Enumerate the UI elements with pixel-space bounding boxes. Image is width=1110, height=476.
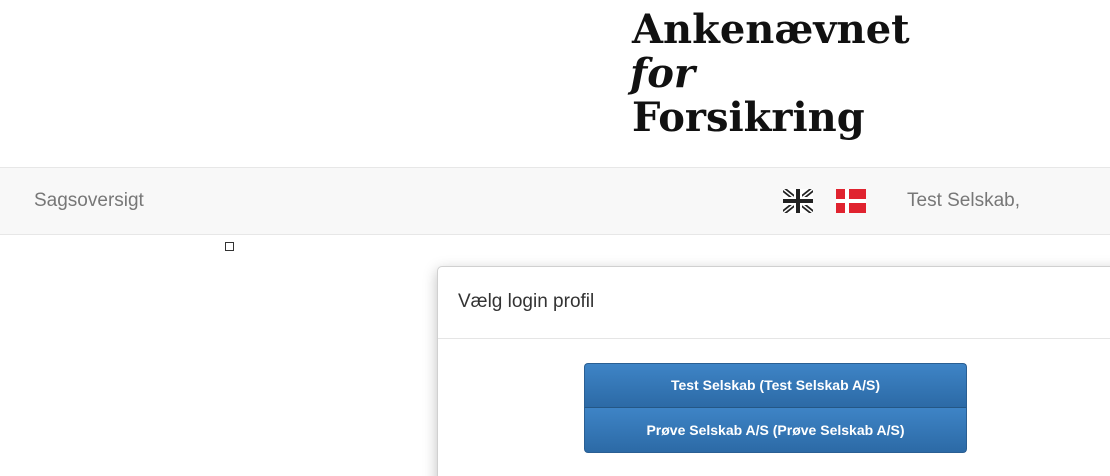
dialog-title: Vælg login profil — [458, 291, 595, 312]
site-logo[interactable]: Ankenævnet for Forsikring — [630, 8, 910, 140]
broken-image-icon — [225, 242, 234, 251]
logo-line-3: Forsikring — [632, 94, 865, 141]
uk-flag-icon[interactable] — [783, 189, 813, 213]
profile-button-group: Test Selskab (Test Selskab A/S) Prøve Se… — [584, 363, 967, 453]
logo-line-2: for — [630, 50, 695, 97]
denmark-flag-icon[interactable] — [836, 189, 866, 213]
top-navbar: Sagsoversigt Test Selskab, — [0, 167, 1110, 235]
profile-button-test-selskab[interactable]: Test Selskab (Test Selskab A/S) — [584, 363, 967, 408]
nav-link-sagsoversigt[interactable]: Sagsoversigt — [34, 190, 144, 212]
login-profile-dialog: Vælg login profil Test Selskab (Test Sel… — [437, 266, 1110, 476]
page: Ankenævnet for Forsikring Sagsoversigt T… — [0, 0, 1110, 476]
user-name[interactable]: Test Selskab, — [907, 190, 1020, 212]
dialog-header: Vælg login profil — [438, 267, 1110, 339]
profile-button-prove-selskab[interactable]: Prøve Selskab A/S (Prøve Selskab A/S) — [584, 408, 967, 453]
logo-line-1: Ankenævnet — [632, 6, 910, 53]
